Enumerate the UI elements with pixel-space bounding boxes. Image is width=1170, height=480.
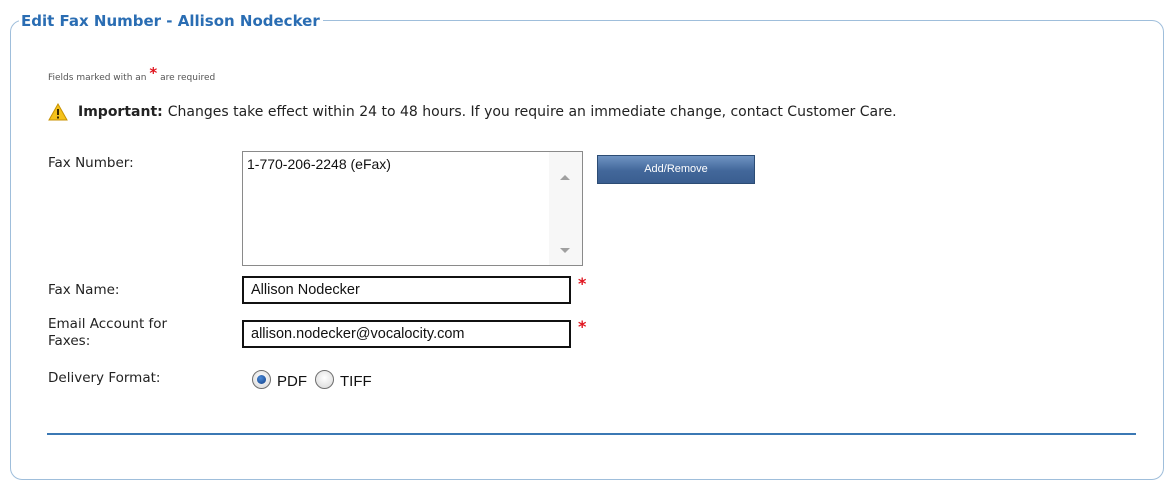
tiff-radio-label[interactable]: TIFF [340,373,372,390]
required-star-icon: * [149,64,158,82]
required-fields-note: Fields marked with an * are required [48,64,216,84]
edit-fax-fieldset [10,20,1164,480]
important-label: Important: [78,104,163,120]
email-required-star: * [578,317,587,336]
required-note-prefix: Fields marked with an [48,73,147,83]
fax-name-input[interactable]: Allison Nodecker [242,276,571,304]
section-title: Edit Fax Number - Allison Nodecker [19,12,323,30]
important-notice: Important: Changes take effect within 24… [48,103,897,121]
warning-icon [48,103,68,121]
fax-number-label: Fax Number: [48,155,134,171]
email-label-line2: Faxes: [48,333,91,349]
fax-number-listbox[interactable]: 1-770-206-2248 (eFax) [242,151,583,266]
scroll-up-arrow-icon[interactable] [560,175,570,180]
fax-name-required-star: * [578,274,587,293]
scroll-down-arrow-icon[interactable] [560,248,570,253]
tiff-radio[interactable] [315,370,334,389]
email-input[interactable]: allison.nodecker@vocalocity.com [242,320,571,348]
delivery-format-label: Delivery Format: [48,370,161,386]
required-note-suffix: are required [160,73,216,83]
important-text: Changes take effect within 24 to 48 hour… [167,104,897,120]
email-label: Email Account for Faxes: [48,316,167,350]
delivery-format-radio-group: PDF TIFF [252,370,372,390]
email-label-line1: Email Account for [48,316,168,332]
section-divider [47,433,1136,435]
add-remove-button[interactable]: Add/Remove [597,155,755,184]
listbox-scrollbar[interactable] [549,152,582,265]
pdf-radio[interactable] [252,370,271,389]
pdf-radio-label[interactable]: PDF [277,373,307,390]
fax-name-label: Fax Name: [48,282,120,298]
listbox-option[interactable]: 1-770-206-2248 (eFax) [247,156,391,172]
